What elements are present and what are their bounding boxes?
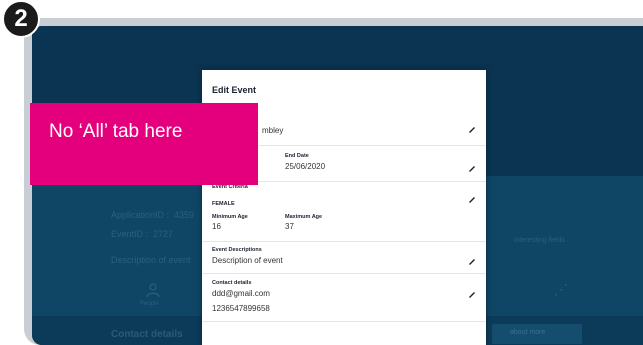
right-panel-button-label: about more xyxy=(510,329,546,336)
callout-text: No ‘All’ tab here xyxy=(49,121,183,142)
end-date-label: End Date xyxy=(285,153,309,159)
descriptions-row[interactable]: Event Descriptions Description of event xyxy=(202,241,486,274)
person-icon xyxy=(145,282,161,298)
edit-pencil-icon[interactable] xyxy=(468,195,476,203)
venue-value: mbley xyxy=(262,126,284,135)
end-date-value: 25/06/2020 xyxy=(285,162,326,171)
people-label: People xyxy=(140,301,159,307)
contact-row[interactable]: Contact details ddd@gmail.com 1236547899… xyxy=(202,273,486,322)
contact-details-heading: Contact details xyxy=(111,329,183,340)
criteria-value: FEMALE xyxy=(212,201,235,207)
event-id-value: 2727 xyxy=(153,229,174,239)
contact-details-label: Contact details xyxy=(212,280,252,286)
application-id-label: ApplicationID : xyxy=(111,210,170,220)
event-id-label: EventID : xyxy=(111,229,149,239)
phone-value: 1236547899658 xyxy=(212,304,270,313)
edit-pencil-icon[interactable] xyxy=(468,290,476,298)
modal-title: Edit Event xyxy=(212,85,257,95)
step-number-badge: 2 xyxy=(2,0,40,38)
background-description: Description of event xyxy=(111,255,191,265)
right-panel-label: Interesting fields xyxy=(514,237,565,244)
criteria-row[interactable]: Event Criteria FEMALE Minimum Age 16 Max… xyxy=(202,181,486,242)
event-descriptions-label: Event Descriptions xyxy=(212,247,262,253)
maximum-age-value: 37 xyxy=(285,222,294,231)
chart-icon: ⋰ xyxy=(554,281,568,297)
edit-pencil-icon[interactable] xyxy=(468,257,476,265)
minimum-age-value: 16 xyxy=(212,222,221,231)
description-value: Description of event xyxy=(212,256,283,265)
maximum-age-label: Maximum Age xyxy=(285,214,323,220)
step-number: 2 xyxy=(14,5,28,32)
edit-pencil-icon[interactable] xyxy=(468,125,476,133)
edit-pencil-icon[interactable] xyxy=(468,164,476,172)
application-id-value: 4359 xyxy=(174,210,195,220)
annotation-callout: No ‘All’ tab here xyxy=(30,103,258,185)
minimum-age-label: Minimum Age xyxy=(212,214,248,220)
email-value: ddd@gmail.com xyxy=(212,289,270,298)
